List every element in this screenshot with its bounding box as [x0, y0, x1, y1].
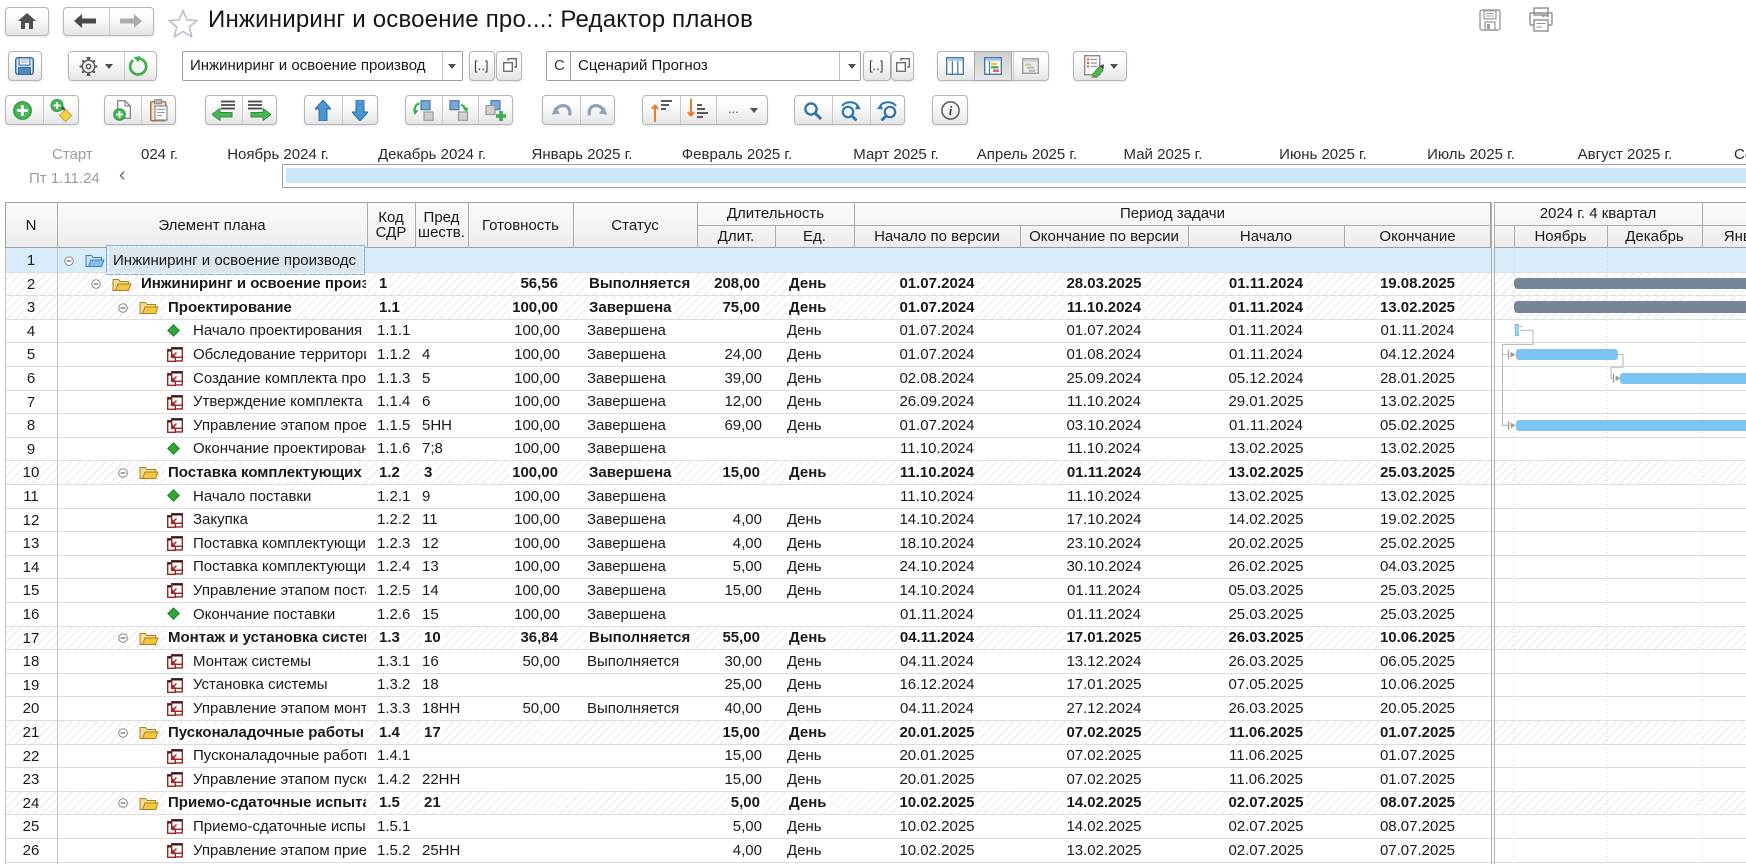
svg-text:i: i: [949, 103, 953, 118]
